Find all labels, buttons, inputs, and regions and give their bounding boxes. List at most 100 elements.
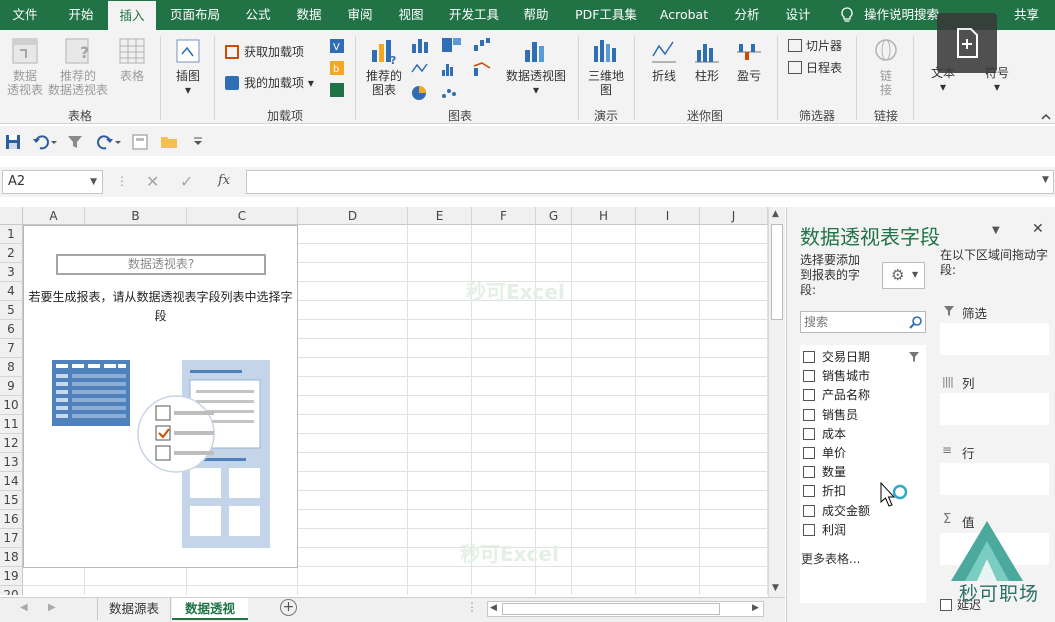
undo-icon[interactable]: [32, 134, 58, 150]
field-checkbox[interactable]: [803, 427, 815, 440]
row-header[interactable]: 14: [0, 472, 23, 491]
pivot-table-placeholder[interactable]: 数据透视表? 若要生成报表，请从数据透视表字段列表中选择字 段: [23, 225, 298, 568]
link-button[interactable]: 链 接: [866, 36, 906, 97]
filter-area-box[interactable]: [940, 323, 1049, 355]
column-header[interactable]: B: [85, 207, 187, 225]
share-button[interactable]: 共享: [1000, 0, 1039, 30]
visio-icon[interactable]: V: [329, 38, 345, 54]
pivot-table-button[interactable]: 数据 透视表: [4, 36, 46, 97]
statistic-chart-icon[interactable]: [440, 60, 464, 78]
field-checkbox-item[interactable]: 交易日期: [803, 348, 870, 367]
row-header[interactable]: 1: [0, 225, 23, 244]
horizontal-scrollbar[interactable]: ◀ ▶: [487, 601, 764, 617]
columns-area-box[interactable]: [940, 393, 1049, 425]
column-chart-icon[interactable]: [410, 36, 434, 54]
sheet-tab-source[interactable]: 数据源表: [97, 598, 171, 620]
enter-icon[interactable]: ✓: [180, 172, 193, 191]
field-checkbox-item[interactable]: 成本: [803, 425, 846, 444]
field-checkbox-item[interactable]: 销售员: [803, 406, 858, 425]
column-header[interactable]: J: [700, 207, 768, 225]
my-addins-button[interactable]: 我的加载项 ▾: [225, 73, 314, 93]
combo-chart-icon[interactable]: [472, 60, 496, 78]
ribbon-tab[interactable]: 分析: [726, 0, 768, 30]
field-checkbox-item[interactable]: 产品名称: [803, 386, 870, 405]
ribbon-tab[interactable]: 公式: [237, 0, 279, 30]
field-search-input[interactable]: 搜索: [800, 311, 926, 333]
pane-options-icon[interactable]: ▼: [992, 225, 1000, 236]
ribbon-tab[interactable]: 设计: [777, 0, 819, 30]
field-checkbox[interactable]: [803, 485, 815, 498]
field-checkbox[interactable]: [803, 504, 815, 517]
column-header[interactable]: F: [472, 207, 536, 225]
save-icon[interactable]: [5, 134, 21, 150]
timeline-button[interactable]: 日程表: [788, 58, 842, 78]
recommended-pivot-button[interactable]: ? 推荐的 数据透视表: [46, 36, 110, 97]
ribbon-tab[interactable]: Acrobat: [652, 0, 716, 30]
row-header[interactable]: 3: [0, 263, 23, 282]
scroll-thumb[interactable]: [771, 224, 783, 320]
insert-function-icon[interactable]: fx: [218, 173, 230, 188]
close-icon[interactable]: ✕: [1032, 221, 1044, 237]
sparkline-winloss-button[interactable]: 盈亏: [728, 36, 770, 83]
column-header[interactable]: G: [536, 207, 572, 225]
filter-icon[interactable]: [67, 134, 83, 150]
select-all-corner[interactable]: [0, 207, 23, 225]
field-checkbox[interactable]: [803, 447, 815, 459]
row-header[interactable]: 20: [0, 586, 23, 595]
collapse-ribbon-icon[interactable]: [1040, 112, 1052, 122]
bing-icon[interactable]: b: [329, 60, 345, 76]
row-header[interactable]: 12: [0, 434, 23, 453]
row-header[interactable]: 2: [0, 244, 23, 263]
field-checkbox[interactable]: [803, 351, 815, 363]
sparkline-column-button[interactable]: 柱形: [686, 36, 728, 83]
column-header[interactable]: A: [23, 207, 85, 225]
field-checkbox-item[interactable]: 折扣: [803, 482, 846, 501]
row-header[interactable]: 5: [0, 301, 23, 320]
field-checkbox[interactable]: [803, 370, 815, 383]
name-box[interactable]: A2 ▼: [2, 170, 103, 194]
ribbon-tab[interactable]: 数据: [288, 0, 330, 30]
expand-formula-icon[interactable]: ▼: [1042, 175, 1049, 185]
row-header[interactable]: 17: [0, 529, 23, 548]
field-checkbox-item[interactable]: 成交金额: [803, 502, 870, 521]
waterfall-chart-icon[interactable]: [472, 36, 496, 54]
field-checkbox-item[interactable]: 利润: [803, 521, 846, 540]
pie-chart-icon[interactable]: [410, 84, 434, 102]
pivot-chart-button[interactable]: 数据透视图 ▾: [500, 36, 572, 97]
formula-input[interactable]: [246, 170, 1054, 194]
column-header[interactable]: C: [187, 207, 298, 225]
illustrations-button[interactable]: 插图 ▾: [168, 36, 208, 97]
scroll-left-icon[interactable]: ◀: [490, 603, 497, 613]
ribbon-tab[interactable]: 插入: [108, 1, 156, 30]
tell-me-search[interactable]: 操作说明搜索: [864, 0, 939, 30]
new-document-overlay[interactable]: [937, 13, 997, 73]
row-header[interactable]: 11: [0, 415, 23, 434]
scroll-right-icon[interactable]: ▶: [752, 603, 759, 613]
redo-icon[interactable]: [96, 134, 122, 150]
row-header[interactable]: 13: [0, 453, 23, 472]
column-header[interactable]: E: [408, 207, 472, 225]
column-header[interactable]: I: [636, 207, 700, 225]
row-header[interactable]: 10: [0, 396, 23, 415]
row-header[interactable]: 4: [0, 282, 23, 301]
add-sheet-icon[interactable]: +: [280, 599, 297, 616]
field-checkbox-item[interactable]: 单价: [803, 444, 846, 463]
field-checkbox[interactable]: [803, 466, 815, 479]
people-graph-icon[interactable]: [329, 82, 345, 98]
row-header[interactable]: 8: [0, 358, 23, 377]
field-checkbox[interactable]: [803, 389, 815, 402]
cancel-icon[interactable]: ✕: [146, 172, 159, 191]
field-checkbox[interactable]: [803, 408, 815, 421]
more-tables-link[interactable]: 更多表格...: [801, 550, 860, 567]
field-checkbox-item[interactable]: 销售城市: [803, 367, 870, 386]
row-header[interactable]: 19: [0, 567, 23, 586]
table-button[interactable]: 表格: [112, 36, 152, 83]
hscroll-thumb[interactable]: [502, 603, 720, 615]
ribbon-tab[interactable]: 开始: [59, 0, 103, 30]
hierarchy-chart-icon[interactable]: [440, 36, 464, 54]
column-header[interactable]: D: [298, 207, 408, 225]
field-checkbox[interactable]: [803, 523, 815, 536]
ribbon-tab[interactable]: PDF工具集: [566, 0, 646, 30]
scroll-down-icon[interactable]: ▼: [772, 583, 779, 593]
ribbon-tab[interactable]: 帮助: [515, 0, 557, 30]
